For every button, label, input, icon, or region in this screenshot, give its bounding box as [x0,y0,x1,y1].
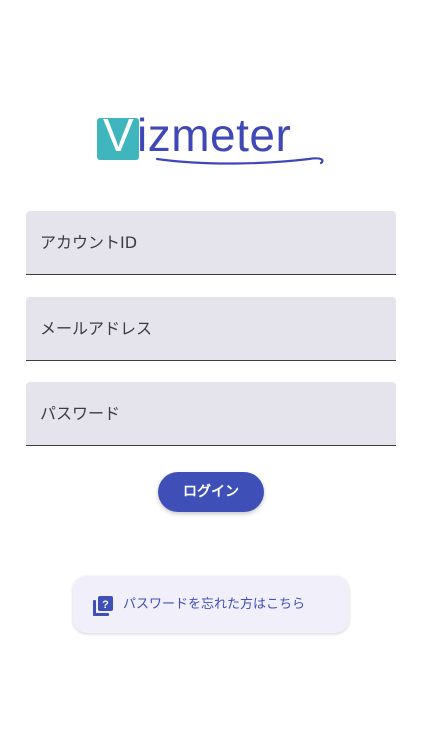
logo-swoosh [155,157,324,165]
svg-text:?: ? [102,599,109,611]
password-field[interactable]: パスワード [26,382,396,446]
email-field[interactable]: メールアドレス [26,297,396,361]
vizmeter-logo: V izmeter [97,110,327,170]
password-placeholder: パスワード [40,404,121,423]
help-library-icon: ? [93,596,113,616]
email-placeholder: メールアドレス [40,319,153,338]
forgot-password-button[interactable]: ? パスワードを忘れた方はこちら [73,576,349,633]
forgot-password-label: パスワードを忘れた方はこちら [123,597,306,612]
account-id-placeholder: アカウントID [40,233,138,252]
login-button[interactable]: ログイン [158,472,264,512]
account-id-field[interactable]: アカウントID [26,211,396,275]
